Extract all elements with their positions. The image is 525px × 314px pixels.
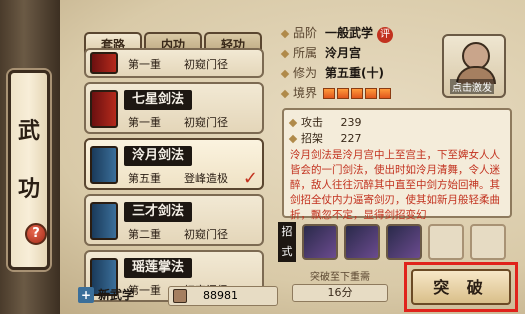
help-icon[interactable]: ? — [25, 223, 47, 245]
portrait-button[interactable]: 点击激发 — [442, 34, 506, 98]
points-display: 88981 — [168, 286, 278, 306]
attack-label: 攻击 — [301, 116, 323, 129]
realm-bar — [350, 88, 363, 99]
cultivation-row: 修为 第五重(十) — [280, 64, 384, 81]
diamond-icon — [280, 49, 290, 58]
skill-book-icon — [90, 146, 118, 184]
realm-row: 境界 — [280, 84, 391, 101]
sect-row: 所属 泠月宫 — [280, 44, 362, 61]
sect-value: 泠月宫 — [325, 46, 362, 60]
move-slot[interactable] — [302, 224, 338, 260]
skill-realm: 登峰造极 — [184, 172, 228, 185]
title-char: 武 — [17, 118, 40, 144]
skill-name: 三才剑法 — [124, 202, 193, 222]
skill-book-icon — [90, 52, 118, 74]
title-char: 功 — [17, 176, 40, 202]
parry-label: 招架 — [301, 132, 323, 145]
parry-value: 227 — [340, 132, 362, 145]
points-value: 88981 — [203, 289, 238, 302]
breakthrough-cost: 16分 — [292, 284, 388, 302]
move-slot[interactable] — [344, 224, 380, 260]
skill-name: 七星剑法 — [124, 90, 193, 110]
grade-value: 一般武学 — [325, 26, 374, 40]
bottom-bar: + 新武学 88981 — [78, 286, 278, 310]
moves-row: 招 式 — [278, 222, 514, 264]
grade-label: 品阶 — [293, 26, 318, 40]
breakthrough-info: 突破至下重需 16分 — [278, 268, 402, 304]
realm-bar — [322, 88, 335, 99]
diamond-icon — [288, 118, 298, 128]
skill-realm: 初窥门径 — [184, 228, 228, 241]
diamond-icon — [280, 29, 290, 38]
cultivation-value: 第五重(十) — [325, 66, 384, 80]
skill-level: 第五重 — [128, 172, 161, 185]
plus-icon: + — [78, 287, 94, 303]
skill-name: 泠月剑法 — [124, 146, 193, 166]
move-slot-empty[interactable] — [428, 224, 464, 260]
moves-label-char: 招 — [281, 225, 293, 238]
skill-list: 第一重 初窥门径 七星剑法 第一重 初窥门径 泠月剑法 第五重 登峰造极 ✓ 三… — [84, 48, 264, 306]
breakthrough-button[interactable]: 突 破 — [404, 262, 518, 312]
new-skill-button[interactable]: + 新武学 — [78, 286, 134, 303]
cultivation-label: 修为 — [293, 66, 318, 80]
skill-name: 瑶莲掌法 — [124, 258, 193, 278]
attack-value: 239 — [340, 116, 362, 129]
realm-bar — [336, 88, 349, 99]
skill-description: 泠月剑法是泠月宫中上至宫主，下至婢女人人皆会的一门剑法，使出时如泠月清舞，令人迷… — [290, 149, 500, 221]
sect-label: 所属 — [293, 46, 318, 60]
skill-book-icon — [90, 90, 118, 128]
realm-label: 境界 — [293, 86, 318, 100]
check-icon: ✓ — [242, 168, 258, 189]
skill-book-icon — [90, 202, 118, 240]
stats-box: 攻击 239 招架 227 泠月剑法是泠月宫中上至宫主，下至婢女人人皆会的一门剑… — [282, 108, 512, 221]
skill-item[interactable]: 七星剑法 第一重 初窥门径 — [84, 82, 264, 134]
diamond-icon — [288, 134, 298, 144]
move-slot-empty[interactable] — [470, 224, 506, 260]
moves-label-char: 式 — [281, 245, 293, 258]
skill-level: 第一重 — [128, 58, 161, 71]
parry-line: 招架 227 — [288, 130, 362, 146]
grade-row: 品阶 一般武学评 — [280, 24, 394, 43]
moves-label: 招 式 — [278, 222, 296, 262]
skill-level: 第一重 — [128, 116, 161, 129]
title-scroll: 武 功 ? — [8, 70, 50, 270]
diamond-icon — [280, 69, 290, 78]
skill-item-selected[interactable]: 泠月剑法 第五重 登峰造极 ✓ — [84, 138, 264, 190]
realm-bar — [378, 88, 391, 99]
breakthrough-button-label: 突 破 — [411, 269, 511, 305]
new-skill-label: 新武学 — [98, 288, 135, 302]
martial-arts-screen: 武 功 ? 套路 内功 轻功 第一重 初窥门径 七星剑法 第一重 初窥门径 泠月… — [0, 0, 525, 314]
skill-realm: 初窥门径 — [184, 116, 228, 129]
skill-item[interactable]: 三才剑法 第二重 初窥门径 — [84, 194, 264, 246]
move-slot[interactable] — [386, 224, 422, 260]
realm-bars — [321, 86, 391, 100]
portrait-caption: 点击激发 — [450, 79, 494, 94]
skill-level: 第二重 — [128, 228, 161, 241]
scroll-icon — [173, 289, 187, 303]
realm-bar — [364, 88, 377, 99]
skill-item[interactable]: 第一重 初窥门径 — [84, 48, 264, 78]
skill-realm: 初窥门径 — [184, 58, 228, 71]
attack-line: 攻击 239 — [288, 114, 362, 130]
breakthrough-title: 突破至下重需 — [310, 272, 370, 283]
evaluation-icon[interactable]: 评 — [377, 27, 394, 43]
diamond-icon — [280, 89, 290, 98]
